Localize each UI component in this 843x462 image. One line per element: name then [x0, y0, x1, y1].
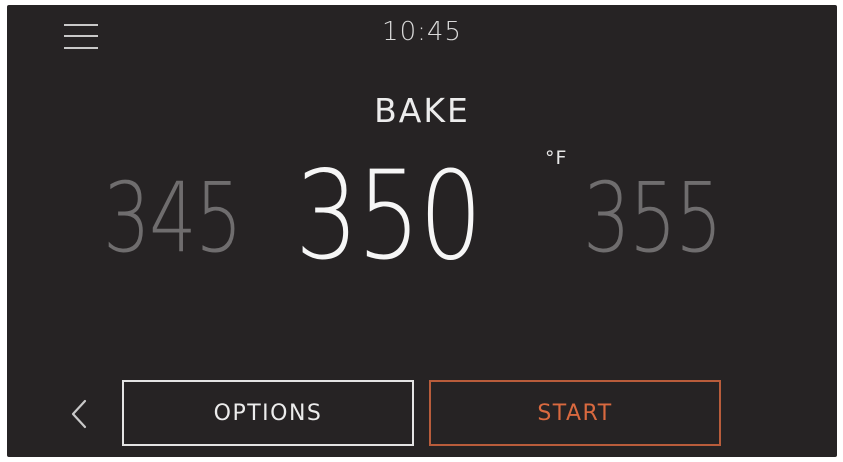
- menu-line: [64, 47, 98, 49]
- clock-time: 10:45: [382, 17, 462, 47]
- oven-display-screen: 10:45 BAKE 345 350 °F 355 OPTIONS START: [7, 5, 837, 457]
- cooking-mode-title: BAKE: [374, 91, 470, 130]
- temperature-option-next[interactable]: 355: [583, 170, 723, 266]
- start-button[interactable]: START: [429, 380, 721, 446]
- temperature-unit: °F: [545, 147, 568, 169]
- options-button[interactable]: OPTIONS: [122, 380, 414, 446]
- temperature-option-previous[interactable]: 345: [103, 170, 243, 266]
- chevron-left-icon: [71, 399, 87, 429]
- start-button-label: START: [537, 400, 613, 426]
- back-button[interactable]: [65, 397, 93, 431]
- options-button-label: OPTIONS: [213, 400, 323, 426]
- temperature-selected[interactable]: 350: [295, 155, 483, 277]
